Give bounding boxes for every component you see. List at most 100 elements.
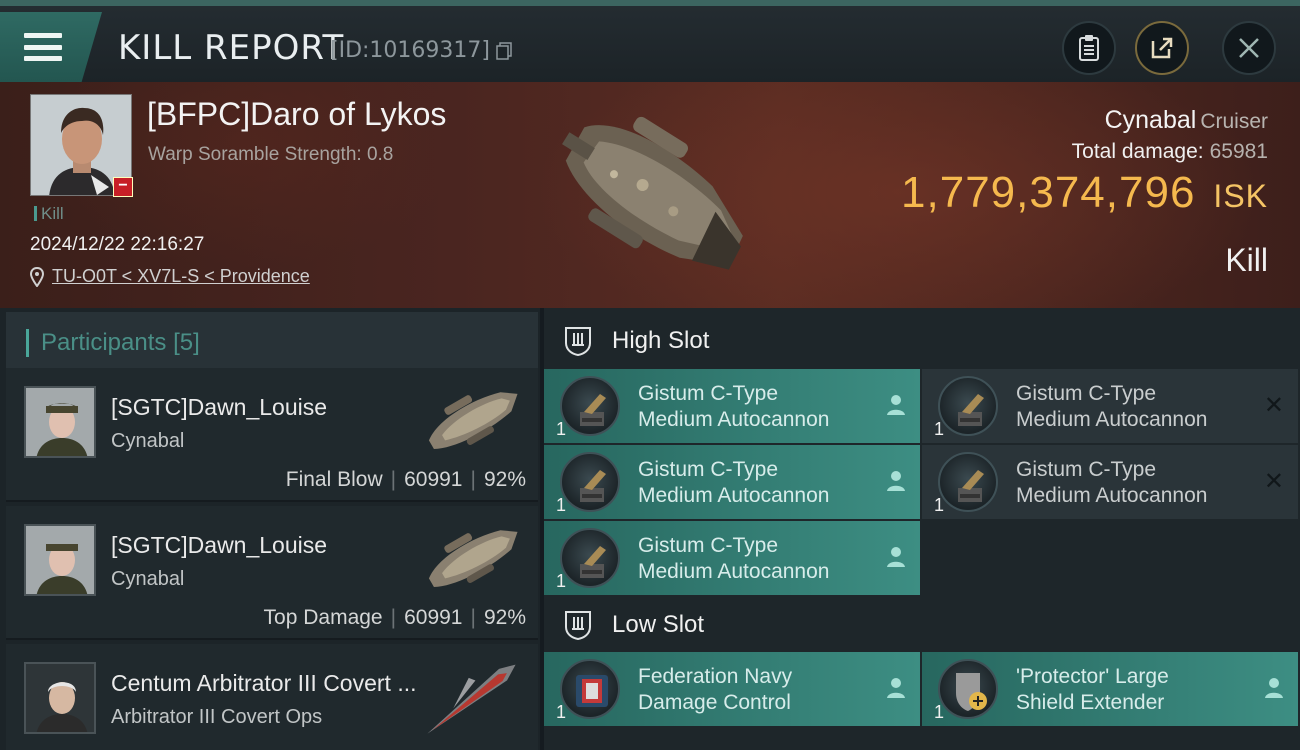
pilot-portrait-icon — [26, 526, 94, 594]
module-quantity: 1 — [556, 419, 567, 439]
dropped-person-icon — [887, 395, 905, 415]
high-slot-icon — [565, 327, 591, 357]
share-button[interactable] — [1135, 21, 1189, 75]
loss-badge: − — [113, 177, 133, 197]
participants-header[interactable]: Participants [5] — [6, 312, 538, 374]
low-slot-icon — [565, 611, 591, 641]
pilot-portrait-icon — [26, 664, 94, 732]
module-name: Federation Navy Damage Control — [638, 665, 793, 714]
participants-title: Participants — [41, 329, 167, 356]
module-item[interactable]: 1 Gistum C-Type Medium Autocannon — [544, 445, 920, 519]
autocannon-icon — [560, 528, 620, 588]
module-quantity: 1 — [556, 702, 567, 722]
total-damage-label: Total damage: — [1071, 140, 1204, 163]
participant-row[interactable]: [SGTC]Dawn_Louise Cynabal Final Blow | 609… — [6, 368, 538, 502]
kill-id: [ID:10169317] — [330, 38, 490, 63]
share-icon — [1151, 37, 1173, 59]
destroyed-x-icon: ✕ — [1263, 392, 1284, 419]
module-name: Gistum C-Type Medium Autocannon — [1016, 382, 1208, 431]
participant-percent: 92% — [483, 468, 526, 491]
autocannon-icon — [560, 452, 620, 512]
participant-ship: Cynabal — [111, 568, 185, 590]
ship-image[interactable] — [520, 92, 780, 297]
module-name: 'Protector' Large Shield Extender — [1016, 665, 1169, 714]
module-item[interactable]: 1 Federation Navy Damage Control — [544, 652, 920, 726]
victim-name[interactable]: [BFPC]Daro of Lykos — [147, 96, 446, 133]
menu-icon — [24, 33, 62, 61]
close-button[interactable] — [1222, 21, 1276, 75]
result-label: Kill — [1225, 242, 1268, 278]
module-name: Gistum C-Type Medium Autocannon — [638, 534, 830, 583]
total-damage: Total damage: 65981 — [1072, 140, 1268, 164]
module-item[interactable]: 1 Gistum C-Type Medium Autocannon — [544, 369, 920, 443]
low-slot-header: Low Slot — [544, 596, 1300, 654]
participant-stats: Top Damage | 60991 | 92% — [263, 606, 526, 629]
module-quantity: 1 — [934, 702, 945, 722]
participant-stats: Final Blow | 60991 | 92% — [285, 468, 526, 491]
kill-datetime: 2024/12/22 22:16:27 — [30, 234, 205, 255]
victim-banner: − [BFPC]Daro of Lykos Warp Soramble Stre… — [0, 82, 1300, 308]
participant-name: [SGTC]Dawn_Louise — [111, 532, 328, 558]
participant-ship: Arbitrator III Covert Ops — [111, 706, 323, 728]
participant-row[interactable]: [SGTC]Dawn_Louise Cynabal Top Damage | 609… — [6, 506, 538, 640]
close-icon — [1239, 38, 1259, 58]
avatar — [24, 662, 96, 734]
participants-count: [5] — [173, 329, 200, 356]
module-item[interactable]: 1 Gistum C-Type Medium Autocannon ✕ — [922, 369, 1298, 443]
module-name: Gistum C-Type Medium Autocannon — [638, 382, 830, 431]
top-bar: KILL REPORT [ID:10169317] — [0, 0, 1300, 82]
pilot-portrait-icon — [26, 388, 94, 456]
participant-damage: 60991 — [404, 468, 463, 491]
participant-name: Centum Arbitrator III Covert ... — [111, 670, 417, 696]
location-text[interactable]: TU-O0T < XV7L-S < Providence — [52, 266, 310, 287]
avatar — [24, 524, 96, 596]
copy-icon[interactable] — [496, 42, 512, 60]
menu-button[interactable] — [0, 12, 102, 82]
warp-scramble-strength: Warp Soramble Strength: 0.8 — [148, 144, 394, 165]
clipboard-icon — [1079, 35, 1099, 61]
module-item[interactable]: 1 Gistum C-Type Medium Autocannon ✕ — [922, 445, 1298, 519]
isk-value: 1,779,374,796 ISK — [901, 168, 1268, 218]
high-slot-header: High Slot — [544, 312, 1300, 370]
dropped-person-icon — [887, 678, 905, 698]
participant-row[interactable]: Centum Arbitrator III Covert ... Arbitra… — [6, 644, 538, 750]
ship-class: Cruiser — [1200, 110, 1268, 133]
damage-control-icon — [560, 659, 620, 719]
module-item[interactable]: 1 Gistum C-Type Medium Autocannon — [544, 521, 920, 595]
isk-amount: 1,779,374,796 — [901, 168, 1196, 217]
module-quantity: 1 — [556, 571, 567, 591]
module-name: Gistum C-Type Medium Autocannon — [1016, 458, 1208, 507]
module-quantity: 1 — [934, 495, 945, 515]
location-pin-icon — [30, 266, 44, 287]
dropped-person-icon — [1265, 678, 1283, 698]
autocannon-icon — [560, 376, 620, 436]
clipboard-button[interactable] — [1062, 21, 1116, 75]
participant-role: Final Blow — [285, 468, 383, 491]
isk-unit: ISK — [1213, 178, 1268, 214]
participant-percent: 92% — [483, 606, 526, 629]
avatar — [24, 386, 96, 458]
total-damage-value: 65981 — [1209, 140, 1268, 163]
participant-name: [SGTC]Dawn_Louise — [111, 394, 328, 420]
kill-tag: Kill — [34, 204, 64, 224]
module-item[interactable]: 1 'Protector' Large Shield Extender — [922, 652, 1298, 726]
participant-ship-image — [428, 530, 518, 588]
low-slot-label: Low Slot — [612, 611, 705, 638]
victim-ship: Cynabal Cruiser — [1105, 106, 1268, 135]
location-link[interactable]: TU-O0T < XV7L-S < Providence — [30, 266, 310, 287]
autocannon-icon — [938, 452, 998, 512]
high-slot-label: High Slot — [612, 327, 710, 354]
dropped-person-icon — [887, 547, 905, 567]
fitting-panel: High Slot 1 Gistum C-Type Medium Autocann… — [544, 308, 1300, 750]
module-name: Gistum C-Type Medium Autocannon — [638, 458, 830, 507]
participant-role: Top Damage — [263, 606, 383, 629]
destroyed-x-icon: ✕ — [1263, 468, 1284, 495]
participant-ship-image — [428, 392, 518, 450]
participant-damage: 60991 — [404, 606, 463, 629]
participant-ship: Cynabal — [111, 430, 185, 452]
page-title: KILL REPORT — [118, 28, 345, 68]
autocannon-icon — [938, 376, 998, 436]
participants-panel: Participants [5] [SGTC]Dawn_Louise Cynab… — [0, 308, 540, 750]
module-quantity: 1 — [556, 495, 567, 515]
participant-ship-image — [427, 664, 516, 734]
